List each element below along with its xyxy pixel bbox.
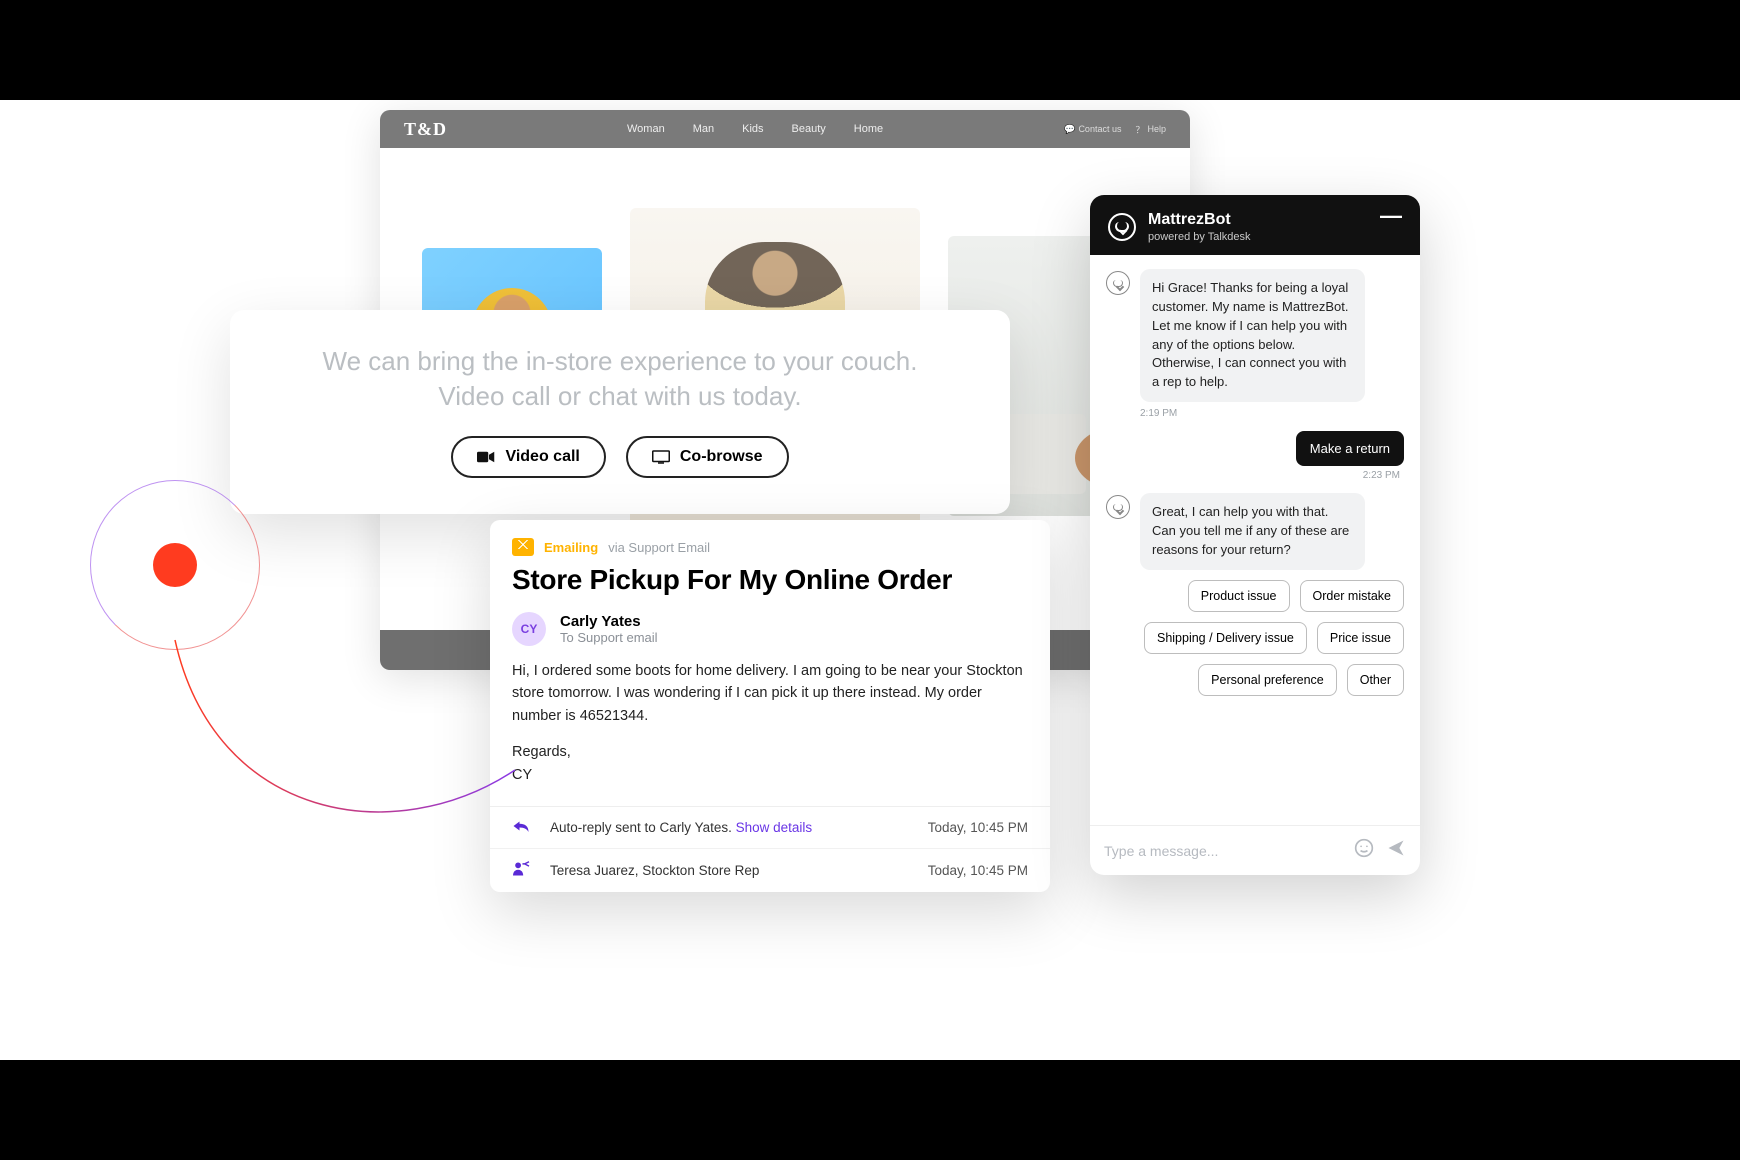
bot-message: Hi Grace! Thanks for being a loyal custo… [1140, 269, 1365, 402]
quick-reply-chips: Product issue Order mistake Shipping / D… [1106, 580, 1404, 696]
chip-product-issue[interactable]: Product issue [1188, 580, 1290, 612]
nav-home[interactable]: Home [854, 123, 883, 135]
minimize-button[interactable]: — [1380, 211, 1402, 221]
chip-shipping-delivery-issue[interactable]: Shipping / Delivery issue [1144, 622, 1307, 654]
send-icon[interactable] [1386, 838, 1406, 863]
nav-man[interactable]: Man [693, 123, 714, 135]
email-channel-meta: Emailing via Support Email [512, 538, 1028, 556]
screen-share-icon [652, 450, 670, 464]
decorative-orbit [90, 480, 260, 650]
cobrowse-button[interactable]: Co-browse [626, 436, 789, 478]
chat-transcript: Hi Grace! Thanks for being a loyal custo… [1090, 255, 1420, 825]
promo-card: We can bring the in-store experience to … [230, 310, 1010, 514]
sender-name: Carly Yates [560, 613, 658, 630]
mail-icon [512, 538, 534, 556]
bot-avatar-icon [1108, 213, 1136, 241]
chip-personal-preference[interactable]: Personal preference [1198, 664, 1337, 696]
primary-nav: Woman Man Kids Beauty Home [627, 123, 883, 135]
channel-label: Emailing [544, 540, 598, 555]
bot-avatar-icon [1106, 495, 1130, 519]
ecommerce-header: T&D Woman Man Kids Beauty Home 💬Contact … [380, 110, 1190, 148]
message-input[interactable] [1104, 843, 1342, 859]
email-subject: Store Pickup For My Online Order [512, 564, 1028, 596]
video-call-button[interactable]: Video call [451, 436, 605, 478]
chat-composer [1090, 825, 1420, 875]
promo-headline: We can bring the in-store experience to … [270, 344, 970, 414]
chip-other[interactable]: Other [1347, 664, 1404, 696]
message-timestamp: 2:23 PM [1106, 470, 1400, 481]
help-link[interactable]: ？Help [1135, 123, 1166, 136]
via-label: via Support Email [608, 540, 710, 555]
chat-widget: MattrezBot powered by Talkdesk — Hi Grac… [1090, 195, 1420, 875]
emoji-icon[interactable] [1354, 838, 1374, 863]
chat-subtitle: powered by Talkdesk [1148, 231, 1251, 243]
accent-dot-icon [153, 543, 197, 587]
message-timestamp: 2:19 PM [1140, 408, 1404, 419]
bot-message: Great, I can help you with that. Can you… [1140, 493, 1365, 570]
chip-price-issue[interactable]: Price issue [1317, 622, 1404, 654]
bot-avatar-icon [1106, 271, 1130, 295]
chat-header: MattrezBot powered by Talkdesk — [1090, 195, 1420, 255]
contact-us-link[interactable]: 💬Contact us [1064, 124, 1121, 135]
nav-beauty[interactable]: Beauty [792, 123, 826, 135]
decorative-swoosh [175, 640, 595, 900]
chat-title: MattrezBot [1148, 211, 1251, 229]
chat-bubble-icon: 💬 [1064, 124, 1075, 135]
nav-woman[interactable]: Woman [627, 123, 665, 135]
log-timestamp: Today, 10:45 PM [928, 863, 1028, 878]
brand-logo: T&D [404, 119, 447, 140]
video-camera-icon [477, 450, 495, 464]
chip-order-mistake[interactable]: Order mistake [1300, 580, 1405, 612]
nav-kids[interactable]: Kids [742, 123, 763, 135]
log-timestamp: Today, 10:45 PM [928, 820, 1028, 835]
show-details-link[interactable]: Show details [736, 820, 813, 835]
user-message: Make a return [1296, 431, 1404, 466]
help-icon: ？ [1135, 123, 1144, 136]
